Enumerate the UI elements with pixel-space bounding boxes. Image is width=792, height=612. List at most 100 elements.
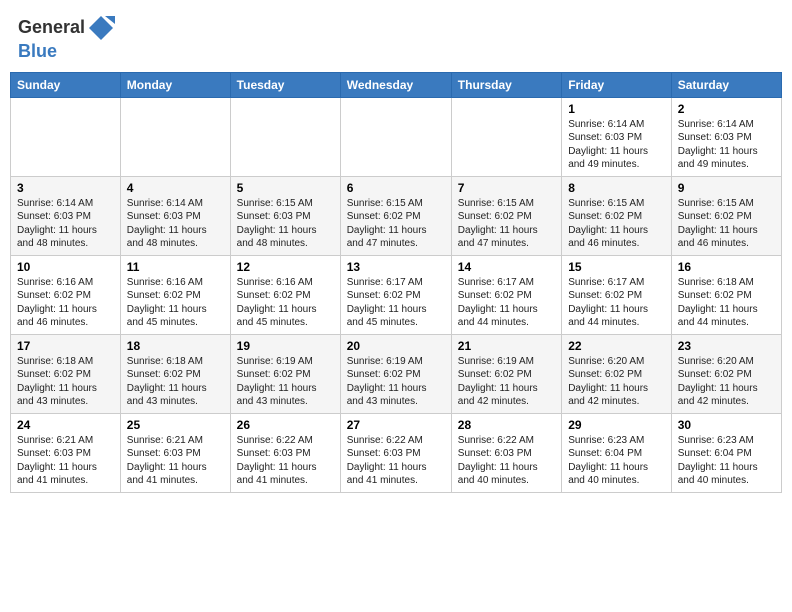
day-info: Sunrise: 6:15 AM Sunset: 6:02 PM Dayligh… — [568, 197, 665, 251]
col-header-saturday: Saturday — [671, 72, 781, 97]
day-number: 19 — [237, 339, 334, 353]
day-number: 8 — [568, 181, 665, 195]
day-cell: 1Sunrise: 6:14 AM Sunset: 6:03 PM Daylig… — [562, 97, 672, 176]
day-cell: 4 Sunrise: 6:14 AM Sunset: 6:03 PM Daylig… — [120, 176, 230, 255]
day-info: Sunrise: 6:15 AM Sunset: 6:02 PM Dayligh… — [678, 197, 775, 251]
col-header-wednesday: Wednesday — [340, 72, 451, 97]
day-info: Sunrise: 6:18 AM Sunset: 6:02 PM Dayligh… — [17, 355, 114, 409]
day-cell: 9 Sunrise: 6:15 AM Sunset: 6:02 PM Daylig… — [671, 176, 781, 255]
day-info: Sunrise: 6:19 AM Sunset: 6:02 PM Dayligh… — [347, 355, 445, 409]
logo-text: General — [18, 14, 115, 42]
day-number: 30 — [678, 418, 775, 432]
day-number: 4 — [127, 181, 224, 195]
col-header-friday: Friday — [562, 72, 672, 97]
day-cell: 23 Sunrise: 6:20 AM Sunset: 6:02 PM Dayli… — [671, 334, 781, 413]
day-info: Sunrise: 6:16 AM Sunset: 6:02 PM Dayligh… — [237, 276, 334, 330]
day-number: 15 — [568, 260, 665, 274]
day-info: Sunrise: 6:15 AM Sunset: 6:02 PM Dayligh… — [347, 197, 445, 251]
day-cell: 3 Sunrise: 6:14 AM Sunset: 6:03 PM Daylig… — [11, 176, 121, 255]
day-number: 27 — [347, 418, 445, 432]
day-cell — [11, 97, 121, 176]
day-cell: 10 Sunrise: 6:16 AM Sunset: 6:02 PM Dayli… — [11, 255, 121, 334]
day-number: 6 — [347, 181, 445, 195]
day-info: Sunrise: 6:16 AM Sunset: 6:02 PM Dayligh… — [127, 276, 224, 330]
day-number: 12 — [237, 260, 334, 274]
day-cell: 27 Sunrise: 6:22 AM Sunset: 6:03 PM Dayli… — [340, 413, 451, 492]
col-header-thursday: Thursday — [451, 72, 561, 97]
week-row-3: 10 Sunrise: 6:16 AM Sunset: 6:02 PM Dayli… — [11, 255, 782, 334]
day-number: 21 — [458, 339, 555, 353]
day-number: 17 — [17, 339, 114, 353]
col-header-tuesday: Tuesday — [230, 72, 340, 97]
day-cell: 28 Sunrise: 6:22 AM Sunset: 6:03 PM Dayli… — [451, 413, 561, 492]
day-info: Sunrise: 6:22 AM Sunset: 6:03 PM Dayligh… — [458, 434, 555, 488]
day-cell: 26 Sunrise: 6:22 AM Sunset: 6:03 PM Dayli… — [230, 413, 340, 492]
day-info: Sunrise: 6:20 AM Sunset: 6:02 PM Dayligh… — [678, 355, 775, 409]
week-row-2: 3 Sunrise: 6:14 AM Sunset: 6:03 PM Daylig… — [11, 176, 782, 255]
page-header: General Blue — [10, 10, 782, 66]
day-info: Sunrise: 6:14 AM Sunset: 6:03 PM Dayligh… — [127, 197, 224, 251]
day-cell: 8 Sunrise: 6:15 AM Sunset: 6:02 PM Daylig… — [562, 176, 672, 255]
day-number: 18 — [127, 339, 224, 353]
day-cell: 21Sunrise: 6:19 AM Sunset: 6:02 PM Dayli… — [451, 334, 561, 413]
day-cell: 17 Sunrise: 6:18 AM Sunset: 6:02 PM Dayli… — [11, 334, 121, 413]
day-cell: 12 Sunrise: 6:16 AM Sunset: 6:02 PM Dayli… — [230, 255, 340, 334]
day-number: 3 — [17, 181, 114, 195]
day-cell: 13 Sunrise: 6:17 AM Sunset: 6:02 PM Dayli… — [340, 255, 451, 334]
day-info: Sunrise: 6:21 AM Sunset: 6:03 PM Dayligh… — [127, 434, 224, 488]
day-cell — [451, 97, 561, 176]
day-cell: 30 Sunrise: 6:23 AM Sunset: 6:04 PM Dayli… — [671, 413, 781, 492]
day-number: 5 — [237, 181, 334, 195]
day-cell: 15 Sunrise: 6:17 AM Sunset: 6:02 PM Dayli… — [562, 255, 672, 334]
day-cell — [120, 97, 230, 176]
day-cell: 16 Sunrise: 6:18 AM Sunset: 6:02 PM Dayli… — [671, 255, 781, 334]
week-row-4: 17 Sunrise: 6:18 AM Sunset: 6:02 PM Dayli… — [11, 334, 782, 413]
day-info: Sunrise: 6:15 AM Sunset: 6:03 PM Dayligh… — [237, 197, 334, 251]
day-number: 1 — [568, 102, 665, 116]
day-number: 7 — [458, 181, 555, 195]
day-info: Sunrise: 6:17 AM Sunset: 6:02 PM Dayligh… — [458, 276, 555, 330]
day-cell: 7 Sunrise: 6:15 AM Sunset: 6:02 PM Daylig… — [451, 176, 561, 255]
day-number: 2 — [678, 102, 775, 116]
day-number: 10 — [17, 260, 114, 274]
day-info: Sunrise: 6:23 AM Sunset: 6:04 PM Dayligh… — [678, 434, 775, 488]
week-row-5: 24Sunrise: 6:21 AM Sunset: 6:03 PM Dayli… — [11, 413, 782, 492]
day-info: Sunrise: 6:16 AM Sunset: 6:02 PM Dayligh… — [17, 276, 114, 330]
day-info: Sunrise: 6:17 AM Sunset: 6:02 PM Dayligh… — [568, 276, 665, 330]
day-cell: 18Sunrise: 6:18 AM Sunset: 6:02 PM Dayli… — [120, 334, 230, 413]
day-cell — [340, 97, 451, 176]
day-info: Sunrise: 6:21 AM Sunset: 6:03 PM Dayligh… — [17, 434, 114, 488]
day-number: 11 — [127, 260, 224, 274]
day-cell: 22 Sunrise: 6:20 AM Sunset: 6:02 PM Dayli… — [562, 334, 672, 413]
col-header-sunday: Sunday — [11, 72, 121, 97]
day-cell — [230, 97, 340, 176]
day-number: 13 — [347, 260, 445, 274]
day-info: Sunrise: 6:22 AM Sunset: 6:03 PM Dayligh… — [237, 434, 334, 488]
day-cell: 2Sunrise: 6:14 AM Sunset: 6:03 PM Daylig… — [671, 97, 781, 176]
day-cell: 5 Sunrise: 6:15 AM Sunset: 6:03 PM Daylig… — [230, 176, 340, 255]
day-cell: 24Sunrise: 6:21 AM Sunset: 6:03 PM Dayli… — [11, 413, 121, 492]
day-info: Sunrise: 6:15 AM Sunset: 6:02 PM Dayligh… — [458, 197, 555, 251]
day-number: 28 — [458, 418, 555, 432]
day-cell: 19Sunrise: 6:19 AM Sunset: 6:02 PM Dayli… — [230, 334, 340, 413]
day-number: 22 — [568, 339, 665, 353]
day-number: 9 — [678, 181, 775, 195]
calendar-header-row: SundayMondayTuesdayWednesdayThursdayFrid… — [11, 72, 782, 97]
calendar-table: SundayMondayTuesdayWednesdayThursdayFrid… — [10, 72, 782, 493]
logo-blue-text: Blue — [18, 42, 115, 62]
day-number: 29 — [568, 418, 665, 432]
day-info: Sunrise: 6:20 AM Sunset: 6:02 PM Dayligh… — [568, 355, 665, 409]
day-info: Sunrise: 6:22 AM Sunset: 6:03 PM Dayligh… — [347, 434, 445, 488]
day-number: 16 — [678, 260, 775, 274]
day-info: Sunrise: 6:14 AM Sunset: 6:03 PM Dayligh… — [17, 197, 114, 251]
col-header-monday: Monday — [120, 72, 230, 97]
logo: General Blue — [18, 14, 115, 62]
day-number: 26 — [237, 418, 334, 432]
day-cell: 29Sunrise: 6:23 AM Sunset: 6:04 PM Dayli… — [562, 413, 672, 492]
day-cell: 25Sunrise: 6:21 AM Sunset: 6:03 PM Dayli… — [120, 413, 230, 492]
logo-blue: Blue — [18, 41, 57, 61]
day-number: 23 — [678, 339, 775, 353]
day-cell: 14Sunrise: 6:17 AM Sunset: 6:02 PM Dayli… — [451, 255, 561, 334]
day-info: Sunrise: 6:17 AM Sunset: 6:02 PM Dayligh… — [347, 276, 445, 330]
day-info: Sunrise: 6:18 AM Sunset: 6:02 PM Dayligh… — [678, 276, 775, 330]
